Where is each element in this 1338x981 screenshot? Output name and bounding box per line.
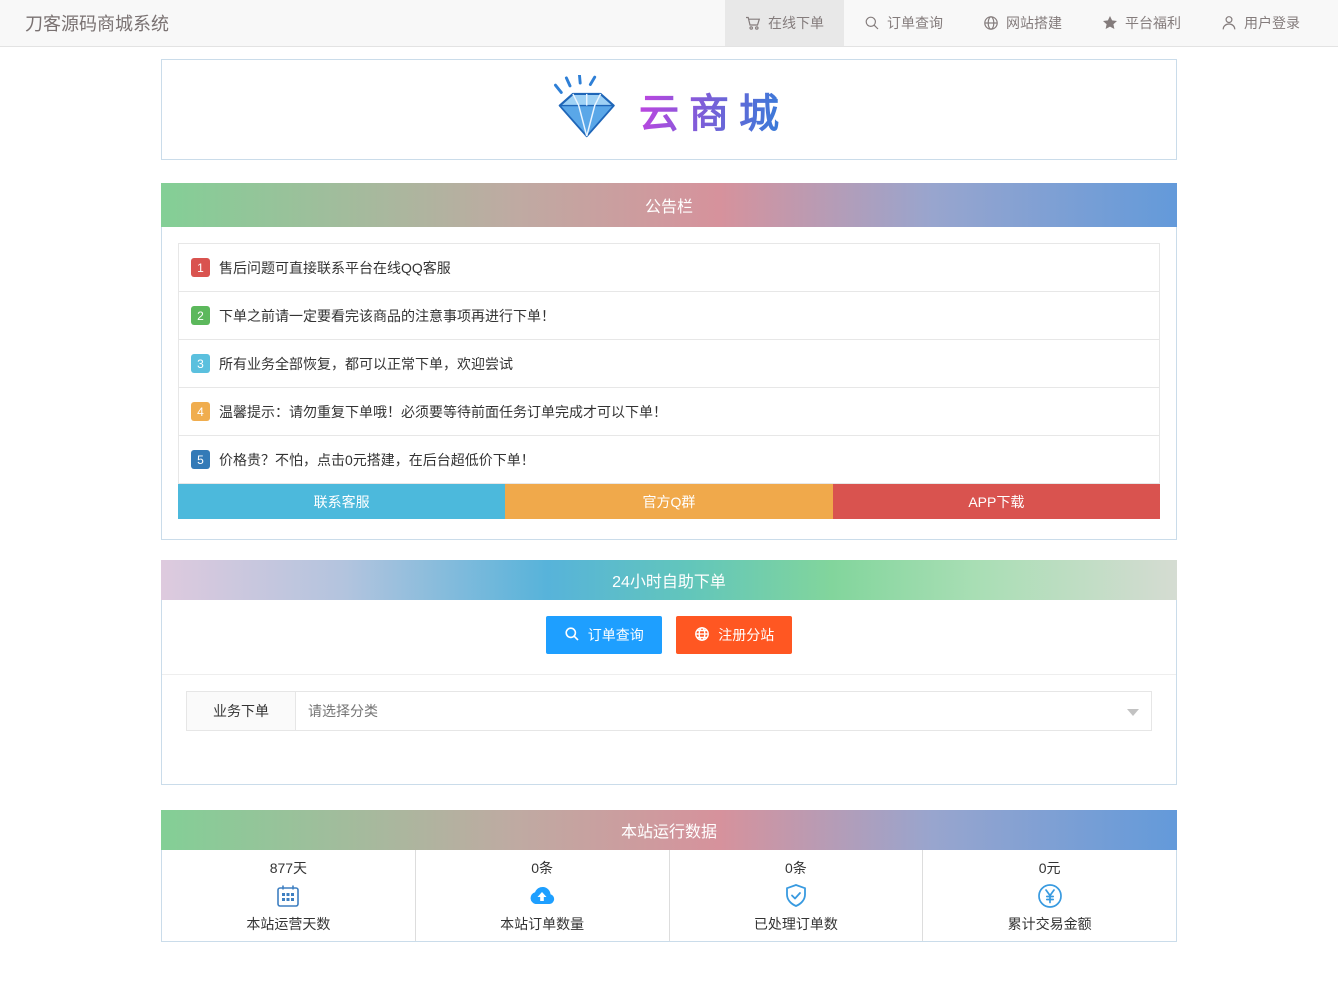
announcement-badge: 5 — [191, 450, 210, 469]
site-stats-section: 本站运行数据 877天 本站运营天数 0条 本站订单数量 0条 已处理订单数 0… — [161, 810, 1177, 942]
top-navbar: 刀客源码商城系统 在线下单 订单查询 网站搭建 平台福利 用户登录 — [0, 0, 1338, 47]
globe-icon — [983, 15, 999, 31]
nav-item-label: 网站搭建 — [1006, 15, 1062, 31]
self-order-section: 24小时自助下单 订单查询 注册分站 业务下单 请选择分类 — [161, 560, 1177, 785]
site-stats-row: 877天 本站运营天数 0条 本站订单数量 0条 已处理订单数 0元 累计交易金… — [161, 850, 1177, 942]
nav-item-label: 用户登录 — [1244, 15, 1300, 31]
stat-total-amount: 0元 累计交易金额 — [1007, 859, 1092, 932]
stat-order-count: 0条 本站订单数量 — [416, 850, 670, 941]
announcement-badge: 2 — [191, 306, 210, 325]
category-form-row: 业务下单 请选择分类 — [186, 691, 1152, 731]
cloud-upload-icon — [528, 883, 556, 909]
order-query-button[interactable]: 订单查询 — [545, 616, 662, 654]
nav-item-order-query[interactable]: 订单查询 — [844, 0, 963, 46]
stat-processed-orders: 0条 已处理订单数 — [670, 850, 924, 941]
category-select-value: 请选择分类 — [308, 703, 378, 719]
category-label: 业务下单 — [186, 691, 296, 731]
announcement-item: 1 售后问题可直接联系平台在线QQ客服 — [178, 243, 1160, 292]
search-icon — [564, 626, 580, 645]
contact-service-button[interactable]: 联系客服 — [178, 484, 506, 519]
announcement-badge: 4 — [191, 402, 210, 421]
announcement-header: 公告栏 — [161, 183, 1177, 227]
chevron-down-icon — [1127, 709, 1139, 716]
announcement-badge: 1 — [191, 258, 210, 277]
globe-icon — [694, 626, 710, 645]
page-container: 云商城 公告栏 1 售后问题可直接联系平台在线QQ客服 2 下单之前请一定要看完… — [161, 59, 1177, 942]
order-form: 业务下单 请选择分类 — [162, 675, 1176, 784]
self-order-buttons: 订单查询 注册分站 — [162, 600, 1176, 675]
brand-title[interactable]: 刀客源码商城系统 — [0, 0, 169, 46]
nav-item-online-order[interactable]: 在线下单 — [725, 0, 844, 46]
user-icon — [1221, 15, 1237, 31]
announcement-buttons: 联系客服 官方Q群 APP下载 — [178, 484, 1160, 519]
nav-item-user-login[interactable]: 用户登录 — [1201, 0, 1320, 46]
cart-icon — [745, 15, 761, 31]
official-qq-group-button[interactable]: 官方Q群 — [505, 484, 833, 519]
calendar-icon — [275, 883, 301, 909]
self-order-header: 24小时自助下单 — [161, 560, 1177, 600]
announcement-item: 2 下单之前请一定要看完该商品的注意事项再进行下单！ — [178, 291, 1160, 340]
nav-item-platform-benefits[interactable]: 平台福利 — [1082, 0, 1201, 46]
announcement-section: 公告栏 1 售后问题可直接联系平台在线QQ客服 2 下单之前请一定要看完该商品的… — [161, 183, 1177, 540]
announcement-list: 1 售后问题可直接联系平台在线QQ客服 2 下单之前请一定要看完该商品的注意事项… — [178, 243, 1160, 484]
shield-check-icon — [783, 883, 809, 909]
register-substation-button[interactable]: 注册分站 — [676, 616, 793, 654]
yuan-circle-icon — [1037, 883, 1063, 909]
stat-running-days: 877天 本站运营天数 — [162, 850, 416, 941]
announcement-panel: 1 售后问题可直接联系平台在线QQ客服 2 下单之前请一定要看完该商品的注意事项… — [161, 227, 1177, 540]
search-icon — [864, 15, 880, 31]
site-stats-header: 本站运行数据 — [161, 810, 1177, 850]
site-logo-text: 云商城 — [639, 81, 789, 139]
nav-item-label: 平台福利 — [1125, 15, 1181, 31]
main-nav: 在线下单 订单查询 网站搭建 平台福利 用户登录 — [725, 0, 1338, 46]
site-logo-card: 云商城 — [161, 59, 1177, 160]
announcement-item: 3 所有业务全部恢复，都可以正常下单，欢迎尝试 — [178, 339, 1160, 388]
nav-item-site-build[interactable]: 网站搭建 — [963, 0, 1082, 46]
nav-item-label: 订单查询 — [887, 15, 943, 31]
announcement-badge: 3 — [191, 354, 210, 373]
nav-item-label: 在线下单 — [768, 15, 824, 31]
self-order-panel: 订单查询 注册分站 业务下单 请选择分类 — [161, 600, 1177, 785]
diamond-logo-icon — [549, 73, 623, 144]
app-download-button[interactable]: APP下载 — [832, 484, 1160, 519]
category-select[interactable]: 请选择分类 — [296, 691, 1152, 731]
announcement-item: 5 价格贵？不怕，点击0元搭建，在后台超低价下单！ — [178, 435, 1160, 484]
star-icon — [1102, 15, 1118, 31]
announcement-item: 4 温馨提示：请勿重复下单哦！必须要等待前面任务订单完成才可以下单！ — [178, 387, 1160, 436]
